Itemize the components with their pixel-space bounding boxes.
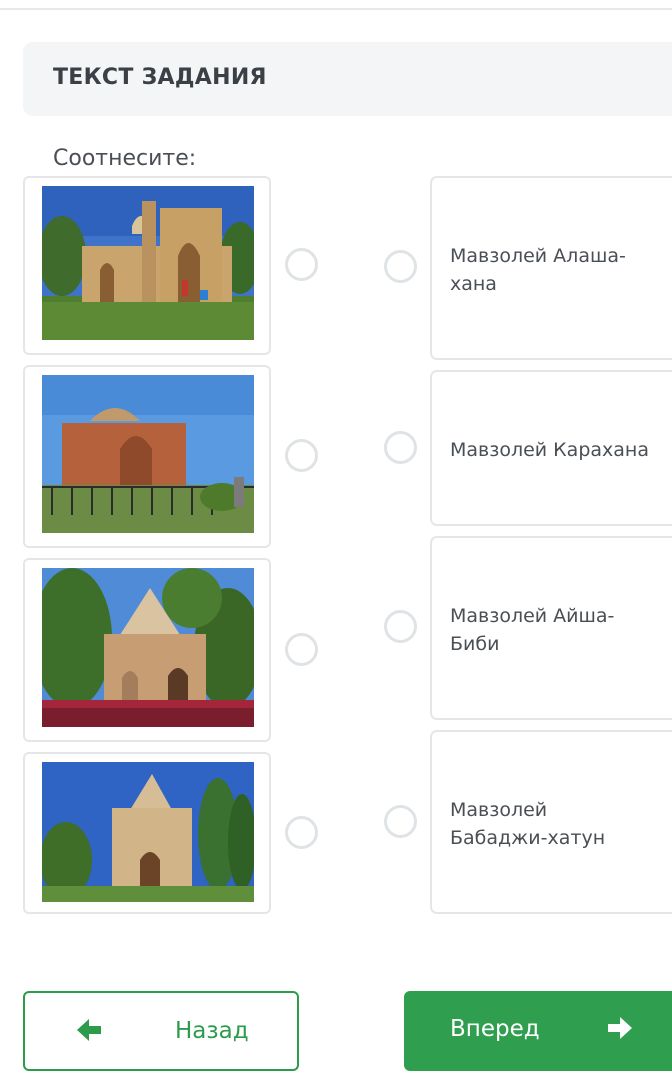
image-1-radio[interactable]: [285, 248, 318, 281]
mausoleum-photo-2: [42, 375, 254, 533]
arrow-right-icon: [608, 1017, 632, 1039]
image-2-radio[interactable]: [285, 439, 318, 472]
top-divider: [0, 8, 672, 10]
back-button[interactable]: Назад: [23, 991, 299, 1071]
option-3-radio[interactable]: [384, 610, 417, 643]
option-label-1: Мавзолей Алаша-хана: [450, 245, 626, 295]
option-4-radio[interactable]: [384, 805, 417, 838]
mausoleum-photo-1: [42, 186, 254, 340]
back-button-label: Назад: [175, 1018, 249, 1044]
task-instruction: Соотнесите:: [53, 146, 197, 171]
option-1-radio[interactable]: [384, 250, 417, 283]
image-card-1[interactable]: [23, 176, 271, 355]
option-card-2[interactable]: Мавзолей Карахана: [430, 370, 672, 526]
image-card-3[interactable]: [23, 558, 271, 742]
option-label-2: Мавзолей Карахана: [450, 439, 649, 461]
task-header: ТЕКСТ ЗАДАНИЯ: [23, 42, 672, 116]
image-3-radio[interactable]: [285, 633, 318, 666]
option-card-3[interactable]: Мавзолей Айша-Биби: [430, 536, 672, 720]
task-title: ТЕКСТ ЗАДАНИЯ: [53, 65, 267, 90]
next-button[interactable]: Вперед: [404, 991, 672, 1071]
image-card-4[interactable]: [23, 752, 271, 914]
option-2-radio[interactable]: [384, 431, 417, 464]
option-card-1[interactable]: Мавзолей Алаша-хана: [430, 176, 672, 360]
mausoleum-photo-3: [42, 568, 254, 727]
option-label-3: Мавзолей Айша-Биби: [450, 605, 615, 655]
arrow-left-icon: [77, 1019, 101, 1041]
image-4-radio[interactable]: [285, 816, 318, 849]
option-card-4[interactable]: Мавзолей Бабаджи-хатун: [430, 730, 672, 914]
mausoleum-photo-4: [42, 762, 254, 902]
next-button-label: Вперед: [450, 1016, 540, 1042]
option-label-4: Мавзолей Бабаджи-хатун: [450, 799, 606, 849]
image-card-2[interactable]: [23, 365, 271, 548]
